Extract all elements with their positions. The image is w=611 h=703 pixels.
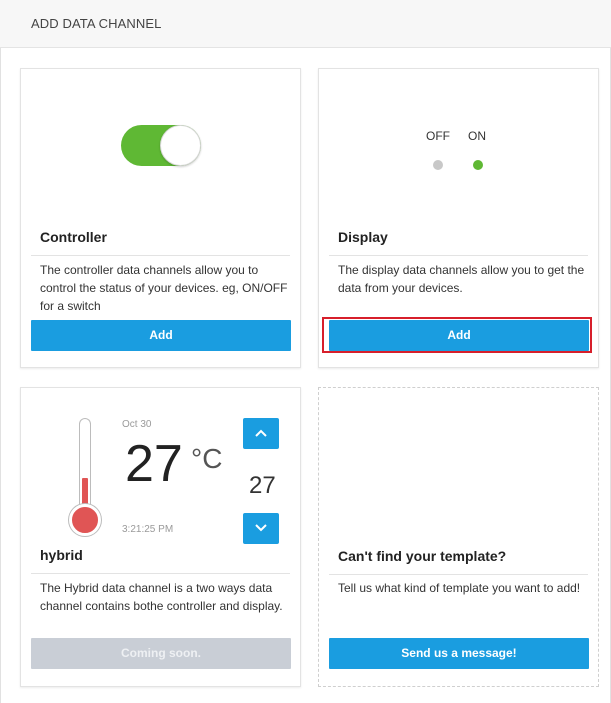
chevron-up-icon — [255, 429, 267, 437]
on-label: ON — [468, 129, 486, 143]
coming-soon-button: Coming soon. — [31, 638, 291, 669]
card-description: Tell us what kind of template you want t… — [338, 581, 581, 595]
time-label: 3:21:25 PM — [122, 524, 174, 535]
hybrid-card: Oct 30 27 °C 3:21:25 PM 27 hybrid The Hy… — [20, 387, 301, 687]
template-card: Can't find your template? Tell us what k… — [318, 387, 599, 687]
toggle-switch-icon — [121, 125, 201, 166]
on-indicator-icon — [473, 160, 483, 170]
header-bar: ADD DATA CHANNEL — [0, 0, 611, 48]
card-title: Display — [338, 229, 388, 245]
display-card: OFF ON Display The display data channels… — [318, 68, 599, 368]
send-message-button[interactable]: Send us a message! — [329, 638, 589, 669]
card-description: The Hybrid data channel is a two ways da… — [40, 581, 283, 613]
card-title: Can't find your template? — [338, 548, 507, 564]
chevron-down-icon — [255, 524, 267, 532]
temperature-unit: °C — [191, 443, 223, 474]
divider — [31, 573, 290, 574]
off-label: OFF — [426, 129, 450, 143]
controller-card: Controller The controller data channels … — [20, 68, 301, 368]
increase-button[interactable] — [243, 418, 279, 449]
add-controller-button[interactable]: Add — [31, 320, 291, 351]
date-label: Oct 30 — [122, 419, 152, 430]
divider — [329, 255, 588, 256]
decrease-button[interactable] — [243, 513, 279, 544]
divider — [329, 574, 588, 575]
card-description: The display data channels allow you to g… — [338, 263, 585, 295]
off-indicator-icon — [433, 160, 443, 170]
card-title: Controller — [40, 229, 107, 245]
selection-highlight — [322, 317, 592, 353]
set-value: 27 — [249, 472, 276, 499]
thermometer-bulb — [69, 504, 101, 536]
card-description: The controller data channels allow you t… — [40, 263, 288, 313]
divider — [31, 255, 290, 256]
page-title: ADD DATA CHANNEL — [31, 16, 162, 31]
card-title: hybrid — [40, 547, 83, 563]
temperature-value: 27 — [125, 435, 183, 493]
toggle-knob — [160, 125, 201, 166]
